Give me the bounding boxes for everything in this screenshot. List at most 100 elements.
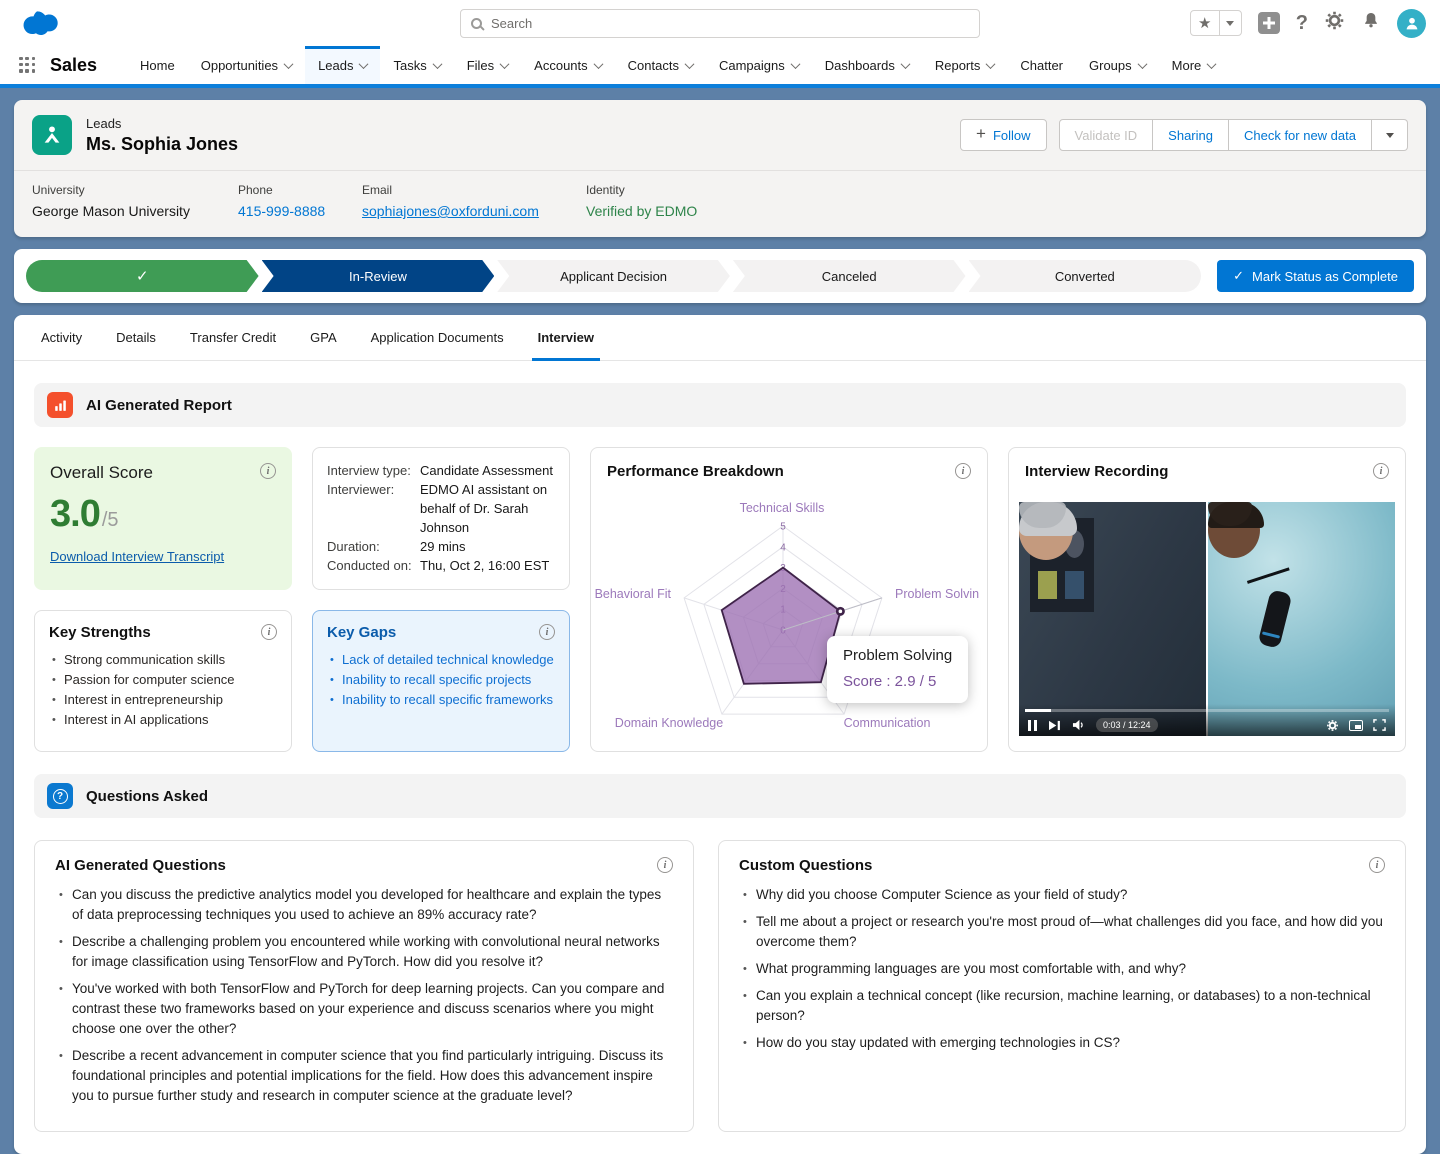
question-item: Tell me about a project or research you'…: [739, 912, 1385, 952]
nav-item-home[interactable]: Home: [127, 46, 188, 84]
question-item: Describe a challenging problem you encou…: [55, 932, 673, 972]
nav-item-chatter[interactable]: Chatter: [1007, 46, 1076, 84]
chart-tooltip: Problem Solving Score : 2.9 / 5: [827, 636, 969, 703]
check-for-new-data-button[interactable]: Check for new data: [1228, 119, 1372, 151]
tab-gpa[interactable]: GPA: [293, 315, 354, 360]
page-title: Ms. Sophia Jones: [86, 133, 239, 154]
volume-icon[interactable]: [1072, 719, 1085, 731]
identity-verified-value: Verified by EDMO: [586, 203, 698, 219]
performance-breakdown-card: Performance Breakdown i 012345Technical …: [590, 447, 988, 752]
meta-label: Interviewer:: [327, 482, 395, 497]
chevron-down-icon: [790, 58, 801, 69]
info-icon[interactable]: i: [261, 624, 277, 640]
download-transcript-link[interactable]: Download Interview Transcript: [50, 549, 224, 564]
global-search[interactable]: [460, 9, 980, 38]
card-title: Key Gaps: [327, 624, 397, 641]
chevron-down-icon: [499, 58, 510, 69]
info-icon[interactable]: i: [539, 624, 555, 640]
path-step-applicant-decision[interactable]: Applicant Decision: [497, 260, 730, 292]
favorites-star-icon: ★: [1198, 14, 1212, 32]
svg-text:Domain Knowledge: Domain Knowledge: [615, 716, 723, 730]
sales-path: ✓ In-Review Applicant Decision Canceled …: [14, 249, 1426, 303]
mark-status-complete-button[interactable]: ✓ Mark Status as Complete: [1217, 260, 1414, 292]
pip-icon[interactable]: [1349, 719, 1363, 731]
path-step-in-review[interactable]: In-Review: [262, 260, 495, 292]
fullscreen-icon[interactable]: [1373, 719, 1386, 731]
key-strengths-card: Key Strengths i Strong communication ski…: [34, 610, 292, 752]
favorites-button[interactable]: ★: [1189, 10, 1242, 36]
tab-application-documents[interactable]: Application Documents: [354, 315, 521, 360]
chevron-down-icon: [593, 58, 604, 69]
profile-avatar-icon[interactable]: [1397, 8, 1426, 38]
nav-item-accounts[interactable]: Accounts: [521, 46, 614, 84]
interview-meta-card: Interview type: Candidate Assessment Inte…: [312, 447, 570, 590]
tab-interview[interactable]: Interview: [521, 315, 611, 361]
notifications-bell-icon[interactable]: [1361, 10, 1381, 36]
info-icon[interactable]: i: [1373, 463, 1389, 479]
nav-item-more[interactable]: More: [1159, 46, 1229, 84]
chevron-down-icon: [985, 58, 996, 69]
nav-item-files[interactable]: Files: [454, 46, 521, 84]
nav-item-groups[interactable]: Groups: [1076, 46, 1159, 84]
card-title: Performance Breakdown: [607, 463, 784, 480]
sharing-button[interactable]: Sharing: [1153, 119, 1229, 151]
list-item: Strong communication skills: [49, 650, 277, 670]
overall-score-max: /5: [101, 509, 119, 531]
path-step-converted[interactable]: Converted: [968, 260, 1202, 292]
path-step-complete[interactable]: ✓: [26, 260, 259, 292]
nav-item-contacts[interactable]: Contacts: [615, 46, 706, 84]
salesforce-cloud-logo: [18, 6, 65, 44]
nav-item-tasks[interactable]: Tasks: [380, 46, 453, 84]
info-icon[interactable]: i: [1369, 857, 1385, 873]
card-title: Overall Score: [50, 463, 153, 482]
tooltip-score: Score : 2.9 / 5: [843, 673, 937, 690]
section-title: AI Generated Report: [86, 396, 232, 414]
svg-text:Behavioral Fit: Behavioral Fit: [595, 587, 672, 601]
list-item: Interest in entrepreneurship: [49, 690, 277, 710]
path-step-canceled[interactable]: Canceled: [733, 260, 966, 292]
question-item: You've worked with both TensorFlow and P…: [55, 979, 673, 1039]
email-link[interactable]: sophiajones@oxforduni.com: [362, 203, 570, 219]
meta-label: Interview type:: [327, 463, 411, 478]
favorites-caret-icon: [1226, 20, 1235, 26]
pause-icon[interactable]: [1028, 719, 1037, 731]
video-controls: 0:03 / 12:24: [1019, 704, 1395, 736]
validate-id-button[interactable]: Validate ID: [1058, 119, 1154, 151]
nav-item-campaigns[interactable]: Campaigns: [706, 46, 812, 84]
help-icon[interactable]: ?: [1296, 12, 1308, 35]
nav-item-dashboards[interactable]: Dashboards: [812, 46, 922, 84]
info-icon[interactable]: i: [260, 463, 276, 479]
list-item: Inability to recall specific projects: [327, 670, 555, 690]
video-player[interactable]: 0:03 / 12:24: [1019, 502, 1395, 736]
chevron-down-icon: [359, 58, 369, 69]
add-icon[interactable]: [1257, 12, 1280, 34]
info-icon[interactable]: i: [657, 857, 673, 873]
video-timestamp: 0:03 / 12:24: [1096, 718, 1158, 732]
tab-transfer-credit[interactable]: Transfer Credit: [173, 315, 293, 360]
svg-text:Problem Solving: Problem Solving: [895, 587, 979, 601]
nav-item-leads[interactable]: Leads: [305, 46, 381, 84]
record-detail-panel: Activity Details Transfer Credit GPA App…: [14, 315, 1426, 1154]
setup-gear-icon[interactable]: [1324, 10, 1345, 36]
question-item: How do you stay updated with emerging te…: [739, 1033, 1385, 1053]
nav-item-reports[interactable]: Reports: [922, 46, 1008, 84]
video-progress-bar[interactable]: [1025, 709, 1389, 712]
search-input[interactable]: [491, 16, 969, 31]
settings-gear-icon[interactable]: [1326, 719, 1339, 732]
overall-score-card: Overall Score i 3.0 /5 Download Intervie…: [34, 447, 292, 590]
card-title: Key Strengths: [49, 624, 151, 641]
tab-details[interactable]: Details: [99, 315, 173, 360]
more-actions-dropdown[interactable]: [1372, 119, 1408, 151]
nav-item-opportunities[interactable]: Opportunities: [188, 46, 305, 84]
info-icon[interactable]: i: [955, 463, 971, 479]
phone-link[interactable]: 415-999-8888: [238, 203, 346, 219]
field-university: University George Mason University: [32, 183, 190, 219]
chevron-down-icon: [432, 58, 443, 69]
follow-button[interactable]: + Follow: [960, 119, 1047, 151]
app-launcher-waffle-icon[interactable]: [19, 56, 36, 74]
svg-text:5: 5: [780, 522, 786, 533]
lead-record-header: Leads Ms. Sophia Jones + Follow Validate …: [14, 100, 1426, 237]
tab-activity[interactable]: Activity: [24, 315, 99, 360]
next-track-icon[interactable]: [1048, 720, 1061, 731]
app-name: Sales: [50, 54, 98, 75]
